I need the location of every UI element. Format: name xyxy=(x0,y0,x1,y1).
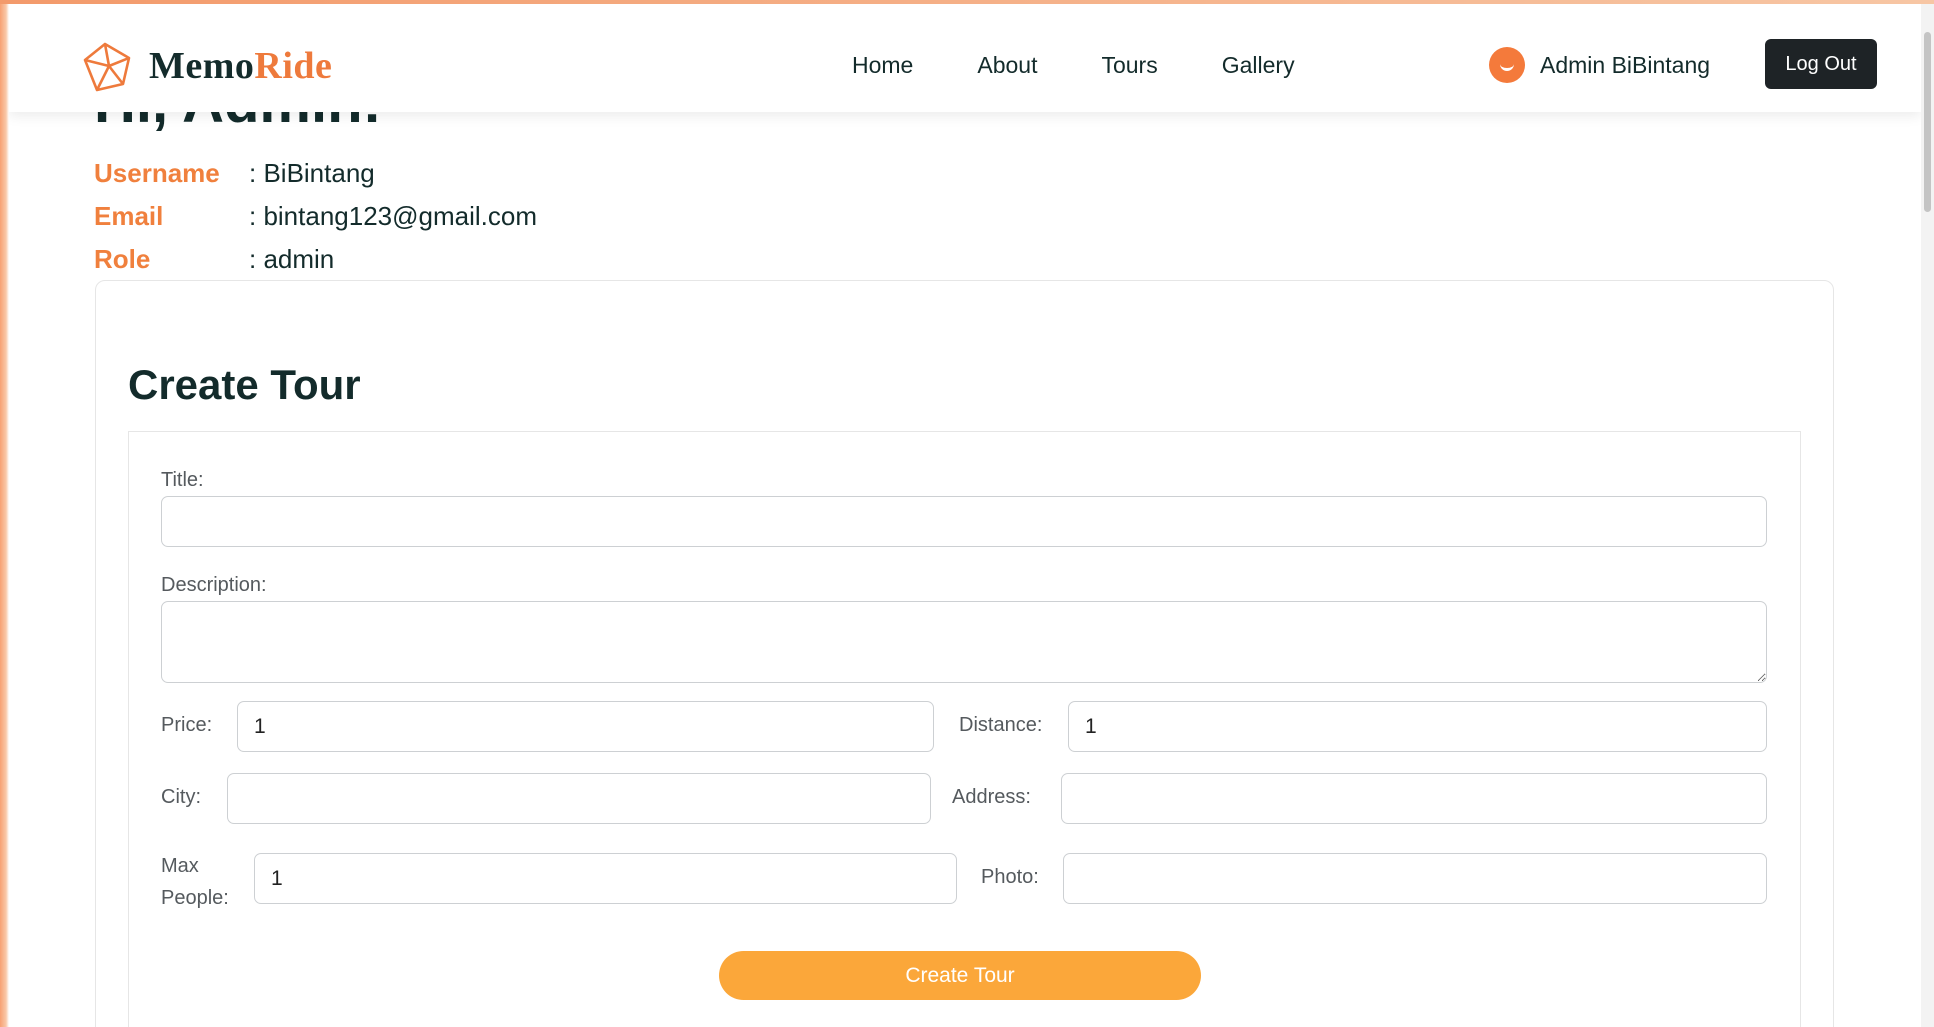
smiley-avatar-icon xyxy=(1489,47,1525,83)
page: Hi, Admin! MemoRide Home About Tours Gal… xyxy=(9,4,1921,1027)
scrollbar-thumb[interactable] xyxy=(1924,32,1931,212)
distance-input[interactable] xyxy=(1068,701,1767,752)
photo-input[interactable] xyxy=(1063,853,1767,904)
nav-link-tours[interactable]: Tours xyxy=(1101,52,1157,79)
create-tour-heading: Create Tour xyxy=(128,361,361,408)
city-label: City: xyxy=(161,786,201,808)
navbar: MemoRide Home About Tours Gallery Admin … xyxy=(9,4,1921,112)
address-label: Address: xyxy=(952,786,1031,808)
role-label: Role xyxy=(94,244,151,274)
brand-name-ride: Ride xyxy=(254,45,333,87)
max-people-input[interactable] xyxy=(254,853,957,904)
role-value: : admin xyxy=(249,244,335,274)
email-value: : bintang123@gmail.com xyxy=(249,201,537,231)
description-textarea[interactable] xyxy=(161,601,1767,683)
brand[interactable]: MemoRide xyxy=(79,38,332,94)
title-label: Title: xyxy=(161,469,204,491)
max-people-label-line1: Max xyxy=(161,855,199,877)
logout-button[interactable]: Log Out xyxy=(1765,39,1877,89)
profile-row-username: Username : BiBintang xyxy=(94,152,537,195)
brand-name: MemoRide xyxy=(149,44,332,88)
email-label: Email xyxy=(94,201,164,231)
city-input[interactable] xyxy=(227,773,931,824)
title-input[interactable] xyxy=(161,496,1767,547)
username-label: Username xyxy=(94,158,220,188)
page-scrollbar[interactable] xyxy=(1921,4,1934,1027)
user-name: Admin BiBintang xyxy=(1540,51,1711,78)
brand-name-memo: Memo xyxy=(149,45,255,87)
profile-row-role: Role : admin xyxy=(94,238,537,281)
nav-link-home[interactable]: Home xyxy=(852,52,913,79)
address-input[interactable] xyxy=(1061,773,1767,824)
profile-info: Username : BiBintang Email : bintang123@… xyxy=(94,152,537,281)
nav-link-gallery[interactable]: Gallery xyxy=(1222,52,1295,79)
max-people-label-line2: People: xyxy=(161,887,229,909)
photo-label: Photo: xyxy=(981,866,1039,888)
user-menu[interactable]: Admin BiBintang xyxy=(1489,47,1710,83)
nav-link-about[interactable]: About xyxy=(977,52,1037,79)
create-tour-form: Title: Description: Price: Distance: Cit… xyxy=(128,431,1801,1027)
profile-row-email: Email : bintang123@gmail.com xyxy=(94,195,537,238)
create-tour-button[interactable]: Create Tour xyxy=(719,951,1201,1000)
max-people-label: Max People: xyxy=(161,850,229,914)
main-nav: Home About Tours Gallery xyxy=(852,52,1359,79)
price-label: Price: xyxy=(161,714,213,736)
create-tour-card: Create Tour Title: Description: Price: D… xyxy=(95,280,1834,1027)
username-value: : BiBintang xyxy=(249,158,375,188)
price-input[interactable] xyxy=(237,701,934,752)
cube-logo-icon xyxy=(83,42,131,92)
distance-label: Distance: xyxy=(959,714,1043,736)
description-label: Description: xyxy=(161,574,267,596)
